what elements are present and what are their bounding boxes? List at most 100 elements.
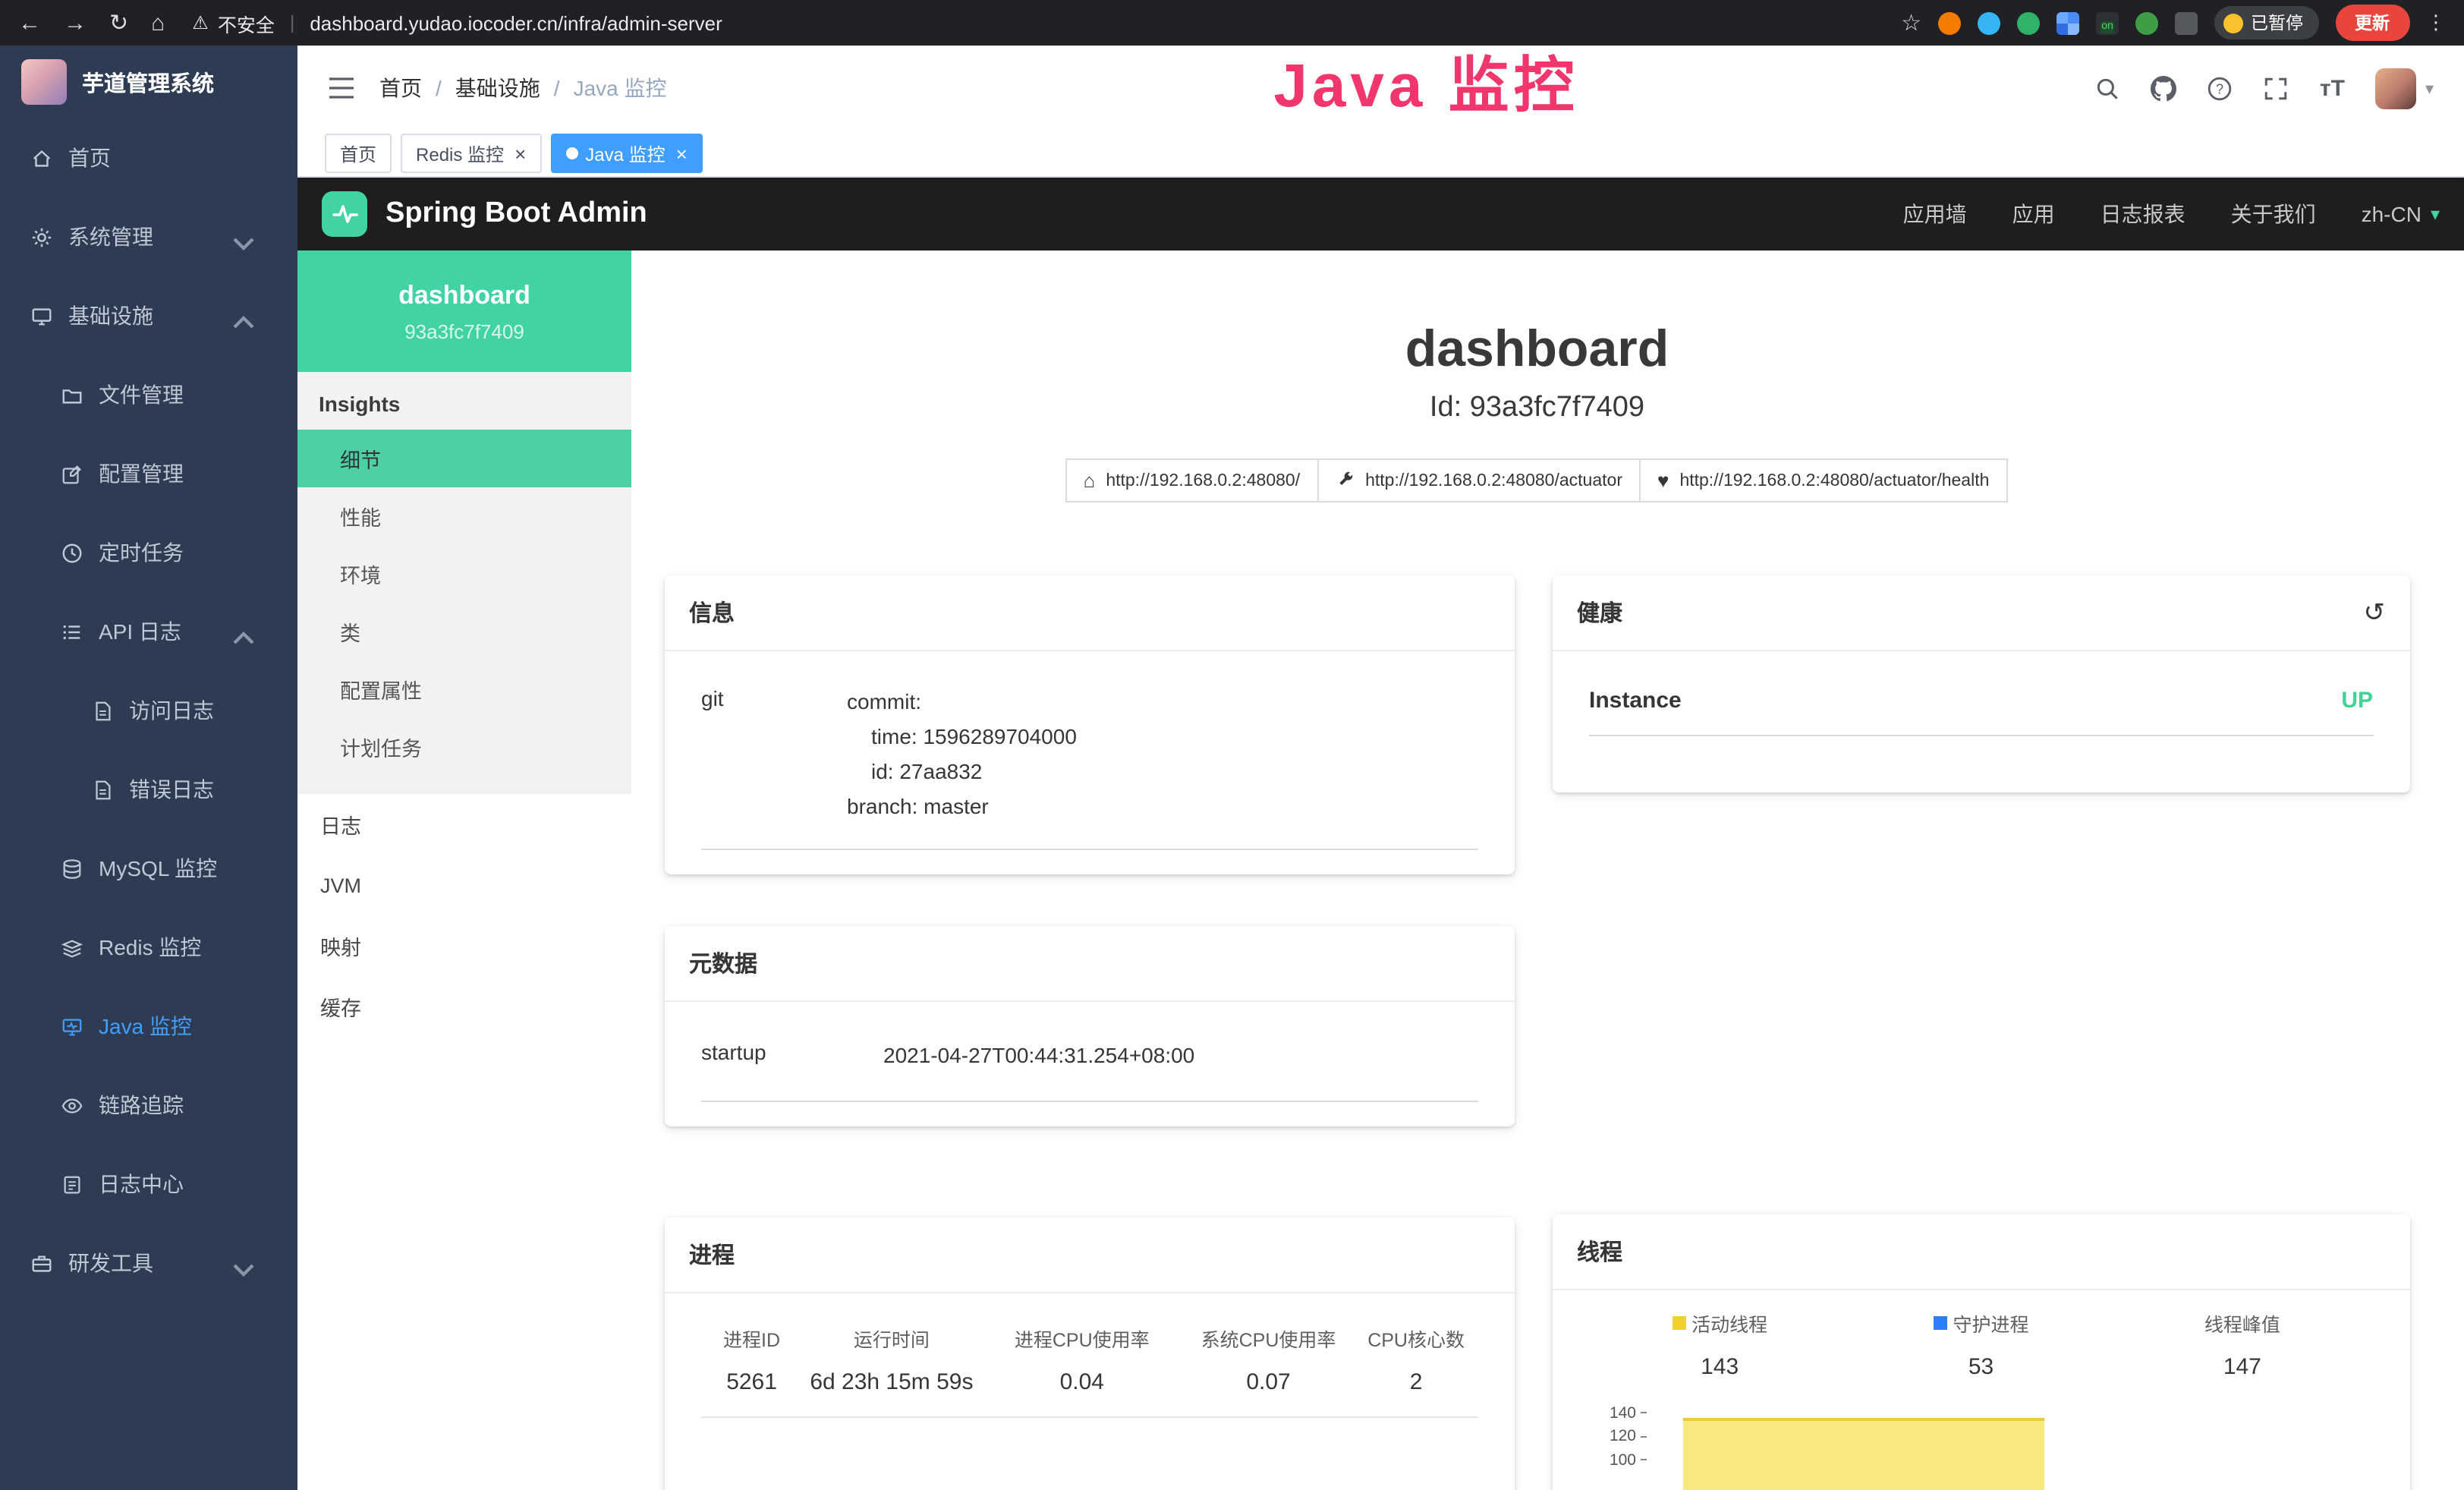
user-avatar: [2375, 68, 2416, 109]
extension-icon-drop[interactable]: [1978, 11, 2000, 34]
extension-icon-grid[interactable]: [2056, 11, 2079, 34]
heart-icon: ♥: [1657, 471, 1669, 490]
process-col-process-cpu: 进程CPU使用率 0.04: [981, 1324, 1183, 1395]
sidebar-item-redis-monitor[interactable]: Redis 监控: [0, 908, 297, 987]
extension-icon-leaf[interactable]: [2135, 11, 2158, 34]
legend-item-daemon: 守护进程 53: [1850, 1309, 2111, 1380]
wrench-icon: [1335, 471, 1355, 490]
security-indicator[interactable]: ⚠ 不安全 |: [192, 8, 301, 37]
sidebar-item-access-logs[interactable]: 访问日志: [0, 671, 297, 750]
sba-lang-select[interactable]: zh-CN ▾: [2362, 202, 2440, 226]
sba-menu-item-config-props[interactable]: 配置属性: [297, 660, 631, 718]
bookmark-star-icon[interactable]: ☆: [1901, 9, 1921, 36]
sba-nav-wallboard[interactable]: 应用墙: [1903, 199, 1967, 229]
breadcrumb-item-infrastructure[interactable]: 基础设施: [455, 73, 540, 103]
sidebar-item-home[interactable]: 首页: [0, 118, 297, 197]
extension-icon-puzzle[interactable]: [2175, 11, 2198, 34]
instance-link-actuator[interactable]: http://192.168.0.2:48080/actuator: [1317, 458, 1641, 502]
sidebar-item-api-logs[interactable]: API 日志: [0, 592, 297, 671]
user-menu[interactable]: ▾: [2375, 68, 2434, 109]
sba-menu-item-environment[interactable]: 环境: [297, 545, 631, 603]
sidebar-item-file-management[interactable]: 文件管理: [0, 355, 297, 434]
extension-icon-orange[interactable]: [1938, 11, 1961, 34]
legend-swatch-live: [1672, 1316, 1685, 1330]
sba-menu-item-jvm[interactable]: JVM: [297, 855, 631, 915]
paused-badge[interactable]: 已暂停: [2214, 6, 2318, 39]
tab-home[interactable]: 首页: [325, 134, 392, 173]
url-text[interactable]: dashboard.yudao.iocoder.cn/infra/admin-s…: [310, 11, 722, 34]
instance-header[interactable]: dashboard 93a3fc7f7409: [297, 250, 631, 372]
breadcrumb-item-home[interactable]: 首页: [379, 73, 422, 103]
sidebar-item-log-center[interactable]: 日志中心: [0, 1145, 297, 1224]
help-icon[interactable]: ?: [2208, 75, 2233, 101]
sba-menu-item-caches[interactable]: 缓存: [297, 976, 631, 1037]
card-health: 健康 ↺ Instance UP: [1553, 575, 2409, 792]
sidebar-item-tracing[interactable]: 链路追踪: [0, 1066, 297, 1145]
sidebar-item-java-monitor[interactable]: Java 监控: [0, 987, 297, 1066]
instance-name: dashboard: [398, 280, 530, 310]
sidebar-item-error-logs[interactable]: 错误日志: [0, 750, 297, 829]
github-icon[interactable]: [2151, 75, 2177, 101]
screen: ← → ↻ ⌂ ⚠ 不安全 | dashboard.yudao.iocoder.…: [0, 0, 2464, 1490]
sba-nav-journal[interactable]: 日志报表: [2101, 199, 2186, 229]
sba-menu-group-insights[interactable]: Insights: [297, 372, 631, 430]
sidebar: 芋道管理系统 首页 系统管理 基础设施 文件管理 配: [0, 46, 297, 1490]
sidebar-item-config-management[interactable]: 配置管理: [0, 434, 297, 513]
reload-button[interactable]: ↻: [109, 9, 128, 36]
forward-button[interactable]: →: [64, 10, 87, 36]
metadata-label: startup: [701, 1038, 883, 1073]
info-line-branch: branch: master: [847, 789, 1478, 824]
sba-menu-item-classes[interactable]: 类: [297, 603, 631, 660]
process-col-pid: 进程ID 5261: [701, 1324, 802, 1395]
legend-item-live: 活动线程 143: [1589, 1309, 1850, 1380]
tab-java-monitor[interactable]: Java 监控 ×: [550, 134, 703, 173]
gear-icon: [30, 225, 53, 248]
legend-item-peak: 线程峰值 147: [2112, 1309, 2373, 1380]
sidebar-item-scheduled-tasks[interactable]: 定时任务: [0, 513, 297, 592]
back-button[interactable]: ←: [18, 10, 41, 36]
sba-logo-icon[interactable]: [322, 191, 367, 237]
url-separator: |: [290, 12, 295, 33]
eye-icon: [61, 1094, 83, 1117]
card-title: 线程: [1577, 1236, 1622, 1268]
process-col-cpus: CPU核心数 2: [1354, 1324, 1478, 1395]
instance-link-service[interactable]: ⌂ http://192.168.0.2:48080/: [1065, 458, 1319, 502]
home-button[interactable]: ⌂: [151, 10, 165, 36]
sba-nav-applications[interactable]: 应用: [2012, 199, 2055, 229]
font-size-icon[interactable]: тT: [2320, 75, 2345, 101]
browser-menu-icon[interactable]: ⋮: [2426, 11, 2446, 35]
instance-link-health[interactable]: ♥ http://192.168.0.2:48080/actuator/heal…: [1639, 458, 2007, 502]
hamburger-icon[interactable]: [328, 77, 355, 99]
sba-brand[interactable]: Spring Boot Admin: [385, 197, 647, 231]
info-line-commit: commit:: [847, 685, 1478, 720]
tab-close-icon[interactable]: ×: [676, 143, 688, 163]
tab-redis-monitor[interactable]: Redis 监控 ×: [401, 134, 541, 173]
sidebar-item-mysql-monitor[interactable]: MySQL 监控: [0, 829, 297, 908]
sidebar-item-infrastructure[interactable]: 基础设施: [0, 276, 297, 355]
threads-chart: 140 120 100: [1589, 1401, 2373, 1490]
card-title: 元数据: [689, 947, 757, 979]
sidebar-item-dev-tools[interactable]: 研发工具: [0, 1224, 297, 1303]
sidebar-item-system[interactable]: 系统管理: [0, 197, 297, 276]
update-button[interactable]: 更新: [2335, 5, 2409, 41]
sba-menu-item-logs[interactable]: 日志: [297, 794, 631, 855]
extension-icon-vue[interactable]: [2017, 11, 2040, 34]
sba-menu-item-details[interactable]: 细节: [297, 430, 631, 487]
history-icon[interactable]: ↺: [2364, 600, 2386, 625]
app-logo[interactable]: 芋道管理系统: [0, 46, 297, 118]
active-dot-icon: [565, 147, 577, 159]
security-label: 不安全: [218, 8, 275, 37]
sba-nav-about[interactable]: 关于我们: [2231, 199, 2316, 229]
search-icon[interactable]: [2095, 75, 2121, 101]
health-row-instance: Instance UP: [1589, 663, 2373, 736]
extension-icon-on[interactable]: on: [2096, 11, 2119, 34]
fullscreen-icon[interactable]: [2264, 75, 2289, 101]
java-monitor-icon: [61, 1015, 83, 1038]
sba-menu-item-mappings[interactable]: 映射: [297, 915, 631, 976]
threads-chart-yaxis: 140 120 100: [1589, 1401, 1650, 1490]
axis-tick: 140: [1610, 1404, 1636, 1422]
sba-menu-item-metrics[interactable]: 性能: [297, 487, 631, 545]
tab-close-icon[interactable]: ×: [515, 143, 526, 163]
sba-menu-item-scheduled[interactable]: 计划任务: [297, 718, 631, 776]
axis-tick: 120: [1610, 1428, 1636, 1446]
